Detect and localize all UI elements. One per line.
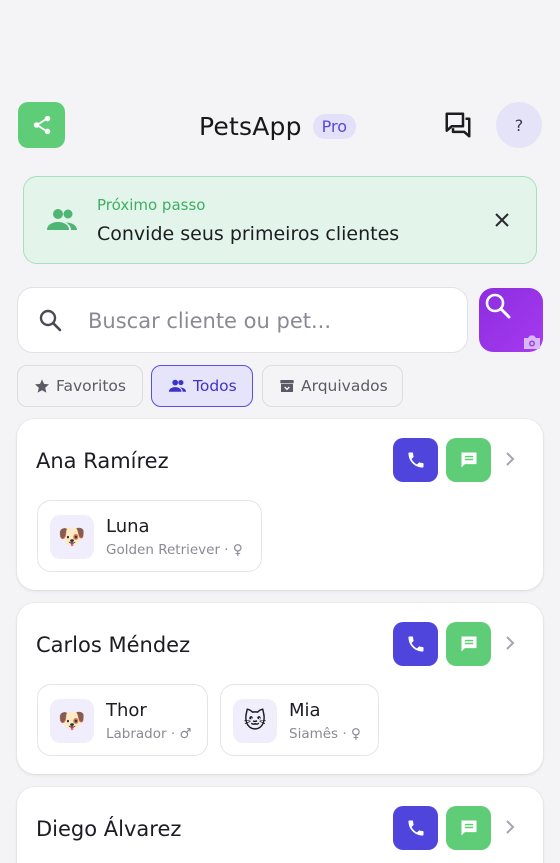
banner-text: Convide seus primeiros clientes [97,223,400,245]
chevron-right-icon[interactable] [504,451,516,467]
message-button[interactable] [446,806,491,850]
pro-badge: Pro [312,113,357,139]
client-card[interactable]: Diego Álvarez [17,787,543,863]
pet-breed-sex: Golden Retriever · ♀ [106,542,243,558]
message-button[interactable] [446,438,491,482]
client-name: Carlos Méndez [36,633,191,657]
camera-icon [524,335,540,349]
phone-icon [408,820,423,836]
next-step-banner[interactable]: Próximo passo Convide seus primeiros cli… [23,176,537,264]
dog-avatar-icon: 🐶 [50,699,94,743]
pet-breed-sex: Siamês · ♀ [289,726,361,742]
chat-icon [461,452,476,468]
app-header: PetsApp Pro ? [18,102,542,148]
star-icon [35,379,49,393]
pet-name: Thor [106,700,147,721]
phone-icon [408,452,423,468]
dog-avatar-icon: 🐶 [50,515,94,559]
chevron-right-icon[interactable] [504,635,516,651]
archive-icon [280,380,294,392]
help-button[interactable]: ? [496,102,542,148]
pet-chip[interactable]: 🐶 Luna Golden Retriever · ♀ [37,500,262,572]
pet-chip[interactable]: 🐱 Mia Siamês · ♀ [220,684,379,756]
client-name: Diego Álvarez [36,817,182,841]
filter-label: Arquivados [301,377,388,395]
people-icon [168,379,187,392]
client-name: Ana Ramírez [36,449,169,473]
call-button[interactable] [393,438,438,482]
pet-name: Luna [106,516,150,537]
forum-icon [445,112,471,138]
app-title: PetsApp [199,111,302,141]
close-icon [495,213,509,227]
banner-kicker: Próximo passo [97,196,206,214]
help-icon: ? [514,115,524,135]
call-button[interactable] [393,806,438,850]
people-icon [47,209,77,230]
filter-label: Favoritos [56,377,126,395]
share-icon [33,115,50,135]
chat-icon [461,636,476,652]
chat-icon [461,820,476,836]
pet-breed-sex: Labrador · ♂ [106,726,192,742]
pet-chip[interactable]: 🐶 Thor Labrador · ♂ [37,684,208,756]
filter-favorites[interactable]: Favoritos [17,365,143,407]
search-icon [39,309,62,332]
pet-name: Mia [289,700,321,721]
cat-avatar-icon: 🐱 [233,699,277,743]
app-screen: PetsApp Pro ? Próximo passo Convide seus… [0,0,560,863]
client-card[interactable]: Ana Ramírez 🐶 Luna Golden Retriever · ♀ [17,419,543,590]
chevron-right-icon[interactable] [504,819,516,835]
visual-search-button[interactable] [479,288,543,352]
message-button[interactable] [446,622,491,666]
share-button[interactable] [18,102,65,148]
brand: PetsApp Pro [199,108,357,144]
filter-archived[interactable]: Arquivados [262,365,403,407]
search-input[interactable] [88,302,448,340]
filter-all[interactable]: Todos [151,365,253,407]
call-button[interactable] [393,622,438,666]
client-card[interactable]: Carlos Méndez 🐶 Thor Labrador · ♂ 🐱 Mia … [17,603,543,774]
phone-icon [408,636,423,652]
magnifier-icon [485,293,511,319]
search-bar [17,287,468,353]
messages-button[interactable] [440,106,476,144]
filter-label: Todos [193,377,237,395]
close-banner-button[interactable] [490,208,514,232]
